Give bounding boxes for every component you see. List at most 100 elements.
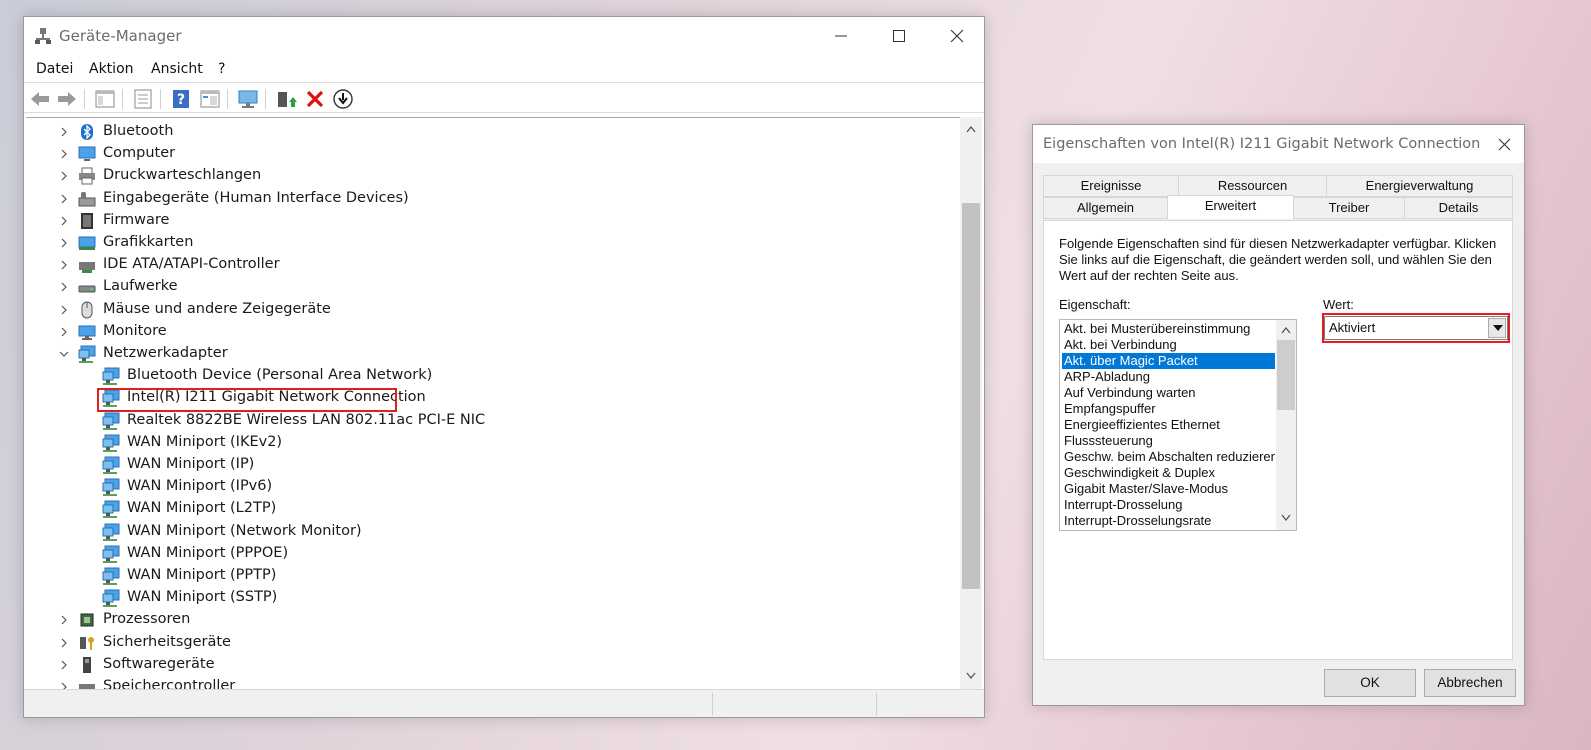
tree-category[interactable]: Sicherheitsgeräte [26, 632, 926, 654]
tree-category[interactable]: Prozessoren [26, 609, 926, 631]
chevron-right-icon[interactable] [59, 193, 69, 205]
tree-category[interactable]: Speichercontroller [26, 676, 926, 689]
close-button[interactable] [928, 17, 986, 55]
tree-category[interactable]: Eingabegeräte (Human Interface Devices) [26, 188, 926, 210]
menu-datei[interactable]: Datei [36, 61, 73, 77]
tree-category[interactable]: Laufwerke [26, 276, 926, 298]
tab-energieverwaltung[interactable]: Energieverwaltung [1326, 175, 1513, 197]
chevron-right-icon[interactable] [59, 681, 69, 689]
chevron-right-icon[interactable] [59, 326, 69, 338]
tab-erweitert[interactable]: Erweitert [1167, 195, 1294, 219]
tree-category[interactable]: Grafikkarten [26, 232, 926, 254]
toolbar-separator [265, 89, 266, 109]
tree-category[interactable]: Druckwarteschlangen [26, 165, 926, 187]
chevron-right-icon[interactable] [59, 148, 69, 160]
tree-category[interactable]: Firmware [26, 210, 926, 232]
minimize-button[interactable] [812, 17, 870, 55]
property-list-scrollbar[interactable] [1276, 320, 1296, 530]
tree-item-label: WAN Miniport (IPv6) [127, 478, 273, 495]
cancel-button[interactable]: Abbrechen [1424, 669, 1516, 697]
back-button[interactable] [29, 88, 51, 110]
property-list-item[interactable]: Auf Verbindung warten [1062, 385, 1275, 401]
forward-button[interactable] [56, 88, 78, 110]
view-icon [200, 90, 220, 108]
tree-vertical-scrollbar[interactable] [960, 117, 982, 689]
tree-item-label: Softwaregeräte [103, 655, 215, 672]
tab-treiber[interactable]: Treiber [1293, 197, 1405, 219]
tree-device[interactable]: WAN Miniport (IKEv2) [26, 432, 926, 454]
property-list-item[interactable]: Empfangspuffer [1062, 401, 1275, 417]
help-button[interactable]: ? [170, 88, 192, 110]
property-list-item[interactable]: ARP-Abladung [1062, 369, 1275, 385]
tree-category[interactable]: Netzwerkadapter [26, 343, 926, 365]
menu-help[interactable]: ? [218, 61, 225, 77]
tab-details[interactable]: Details [1404, 197, 1513, 219]
tree-device[interactable]: Bluetooth Device (Personal Area Network) [26, 365, 926, 387]
tree-device[interactable]: WAN Miniport (IPv6) [26, 476, 926, 498]
property-list-item[interactable]: Geschw. beim Abschalten reduzieren [1062, 449, 1275, 465]
property-list-item[interactable]: Geschwindigkeit & Duplex [1062, 465, 1275, 481]
property-list-item[interactable]: Interrupt-Drosselung [1062, 497, 1275, 513]
property-list-item[interactable]: Energieeffizientes Ethernet [1062, 417, 1275, 433]
tree-category[interactable]: IDE ATA/ATAPI-Controller [26, 254, 926, 276]
chevron-right-icon[interactable] [59, 659, 69, 671]
chevron-right-icon[interactable] [59, 637, 69, 649]
chevron-right-icon[interactable] [59, 237, 69, 249]
device-manager-titlebar[interactable]: Geräte-Manager [24, 17, 984, 55]
show-hide-console-tree-icon [95, 90, 115, 108]
properties-button[interactable] [132, 88, 154, 110]
property-list-item[interactable]: Akt. bei Musterübereinstimmung [1062, 321, 1275, 337]
scrollbar-thumb[interactable] [1277, 340, 1295, 410]
scroll-up-icon[interactable] [1281, 326, 1291, 334]
tree-item-label: Monitore [103, 322, 167, 339]
chevron-right-icon[interactable] [59, 170, 69, 182]
scroll-down-icon[interactable] [966, 672, 976, 680]
disable-device-button[interactable] [332, 88, 354, 110]
tab-ereignisse[interactable]: Ereignisse [1043, 175, 1179, 197]
tree-category[interactable]: Computer [26, 143, 926, 165]
scrollbar-thumb[interactable] [962, 203, 980, 589]
tree-device[interactable]: Realtek 8822BE Wireless LAN 802.11ac PCI… [26, 410, 926, 432]
uninstall-button[interactable] [304, 88, 326, 110]
menu-ansicht[interactable]: Ansicht [151, 61, 203, 77]
tree-device[interactable]: WAN Miniport (Network Monitor) [26, 521, 926, 543]
dialog-close-button[interactable] [1484, 125, 1524, 163]
tree-device[interactable]: WAN Miniport (PPPOE) [26, 543, 926, 565]
chevron-right-icon[interactable] [59, 215, 69, 227]
chevron-right-icon[interactable] [59, 259, 69, 271]
window-title: Geräte-Manager [59, 27, 182, 45]
ok-button[interactable]: OK [1324, 669, 1416, 697]
menu-aktion[interactable]: Aktion [89, 61, 134, 77]
property-list[interactable]: Akt. bei Musterübereinstimmung Akt. bei V… [1059, 319, 1297, 531]
chevron-right-icon[interactable] [59, 126, 69, 138]
close-icon [950, 29, 964, 43]
tab-allgemein[interactable]: Allgemein [1043, 197, 1168, 219]
tab-ressourcen[interactable]: Ressourcen [1178, 175, 1327, 197]
show-hide-console-tree-button[interactable] [94, 88, 116, 110]
tree-category[interactable]: Monitore [26, 321, 926, 343]
tree-category[interactable]: Bluetooth [26, 121, 926, 143]
tree-device[interactable]: WAN Miniport (IP) [26, 454, 926, 476]
tree-device[interactable]: WAN Miniport (PPTP) [26, 565, 926, 587]
scan-hardware-button[interactable] [237, 88, 259, 110]
scroll-up-icon[interactable] [966, 125, 976, 133]
properties-titlebar[interactable]: Eigenschaften von Intel(R) I211 Gigabit … [1033, 125, 1524, 163]
property-list-item[interactable]: Gigabit Master/Slave-Modus [1062, 481, 1275, 497]
chevron-down-icon[interactable] [59, 348, 69, 360]
tree-device[interactable]: WAN Miniport (L2TP) [26, 498, 926, 520]
chevron-right-icon[interactable] [59, 614, 69, 626]
tree-category[interactable]: Mäuse und andere Zeigegeräte [26, 299, 926, 321]
update-driver-button[interactable] [275, 88, 297, 110]
scroll-down-icon[interactable] [1281, 514, 1291, 522]
view-button[interactable] [199, 88, 221, 110]
property-list-item[interactable]: Akt. bei Verbindung [1062, 337, 1275, 353]
maximize-button[interactable] [870, 17, 928, 55]
chevron-right-icon[interactable] [59, 281, 69, 293]
chevron-right-icon[interactable] [59, 304, 69, 316]
network-adapter-icon [102, 367, 120, 386]
tree-category[interactable]: Softwaregeräte [26, 654, 926, 676]
property-list-item[interactable]: Akt. über Magic Packet [1062, 353, 1275, 369]
property-list-item[interactable]: Flusssteuerung [1062, 433, 1275, 449]
tree-device[interactable]: WAN Miniport (SSTP) [26, 587, 926, 609]
property-list-item[interactable]: Interrupt-Drosselungsrate [1062, 513, 1275, 529]
